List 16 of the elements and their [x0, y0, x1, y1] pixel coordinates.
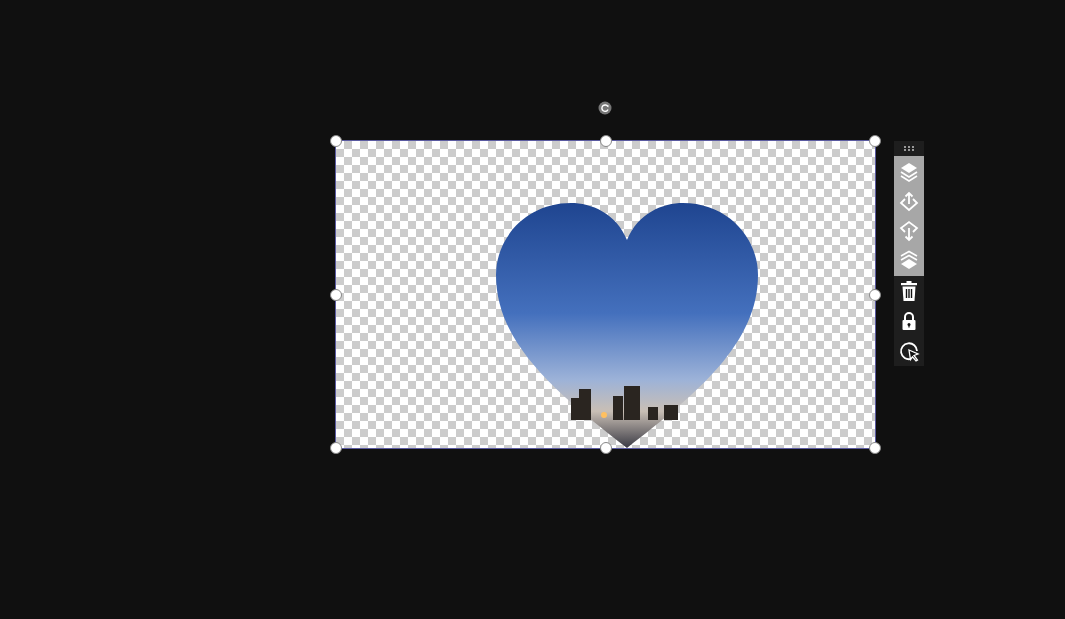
- trash-icon: [898, 280, 920, 302]
- arrow-up-diamond-icon: [898, 190, 920, 212]
- layers-bottom-icon: [898, 250, 920, 272]
- resize-handle[interactable]: [599, 135, 612, 147]
- arrow-down-diamond-icon: [898, 220, 920, 242]
- resize-handle[interactable]: [330, 442, 342, 454]
- drag-grip-icon[interactable]: [904, 146, 914, 151]
- resize-handle[interactable]: [599, 442, 612, 454]
- resize-handle[interactable]: [330, 288, 342, 301]
- layers-top-icon: [898, 160, 920, 182]
- pointer-circle-icon: [898, 340, 920, 362]
- resize-handle[interactable]: [869, 135, 881, 147]
- resize-handle[interactable]: [869, 442, 881, 454]
- resize-handle[interactable]: [869, 288, 881, 301]
- resize-handle[interactable]: [330, 135, 342, 147]
- rotate-handle[interactable]: [598, 101, 612, 115]
